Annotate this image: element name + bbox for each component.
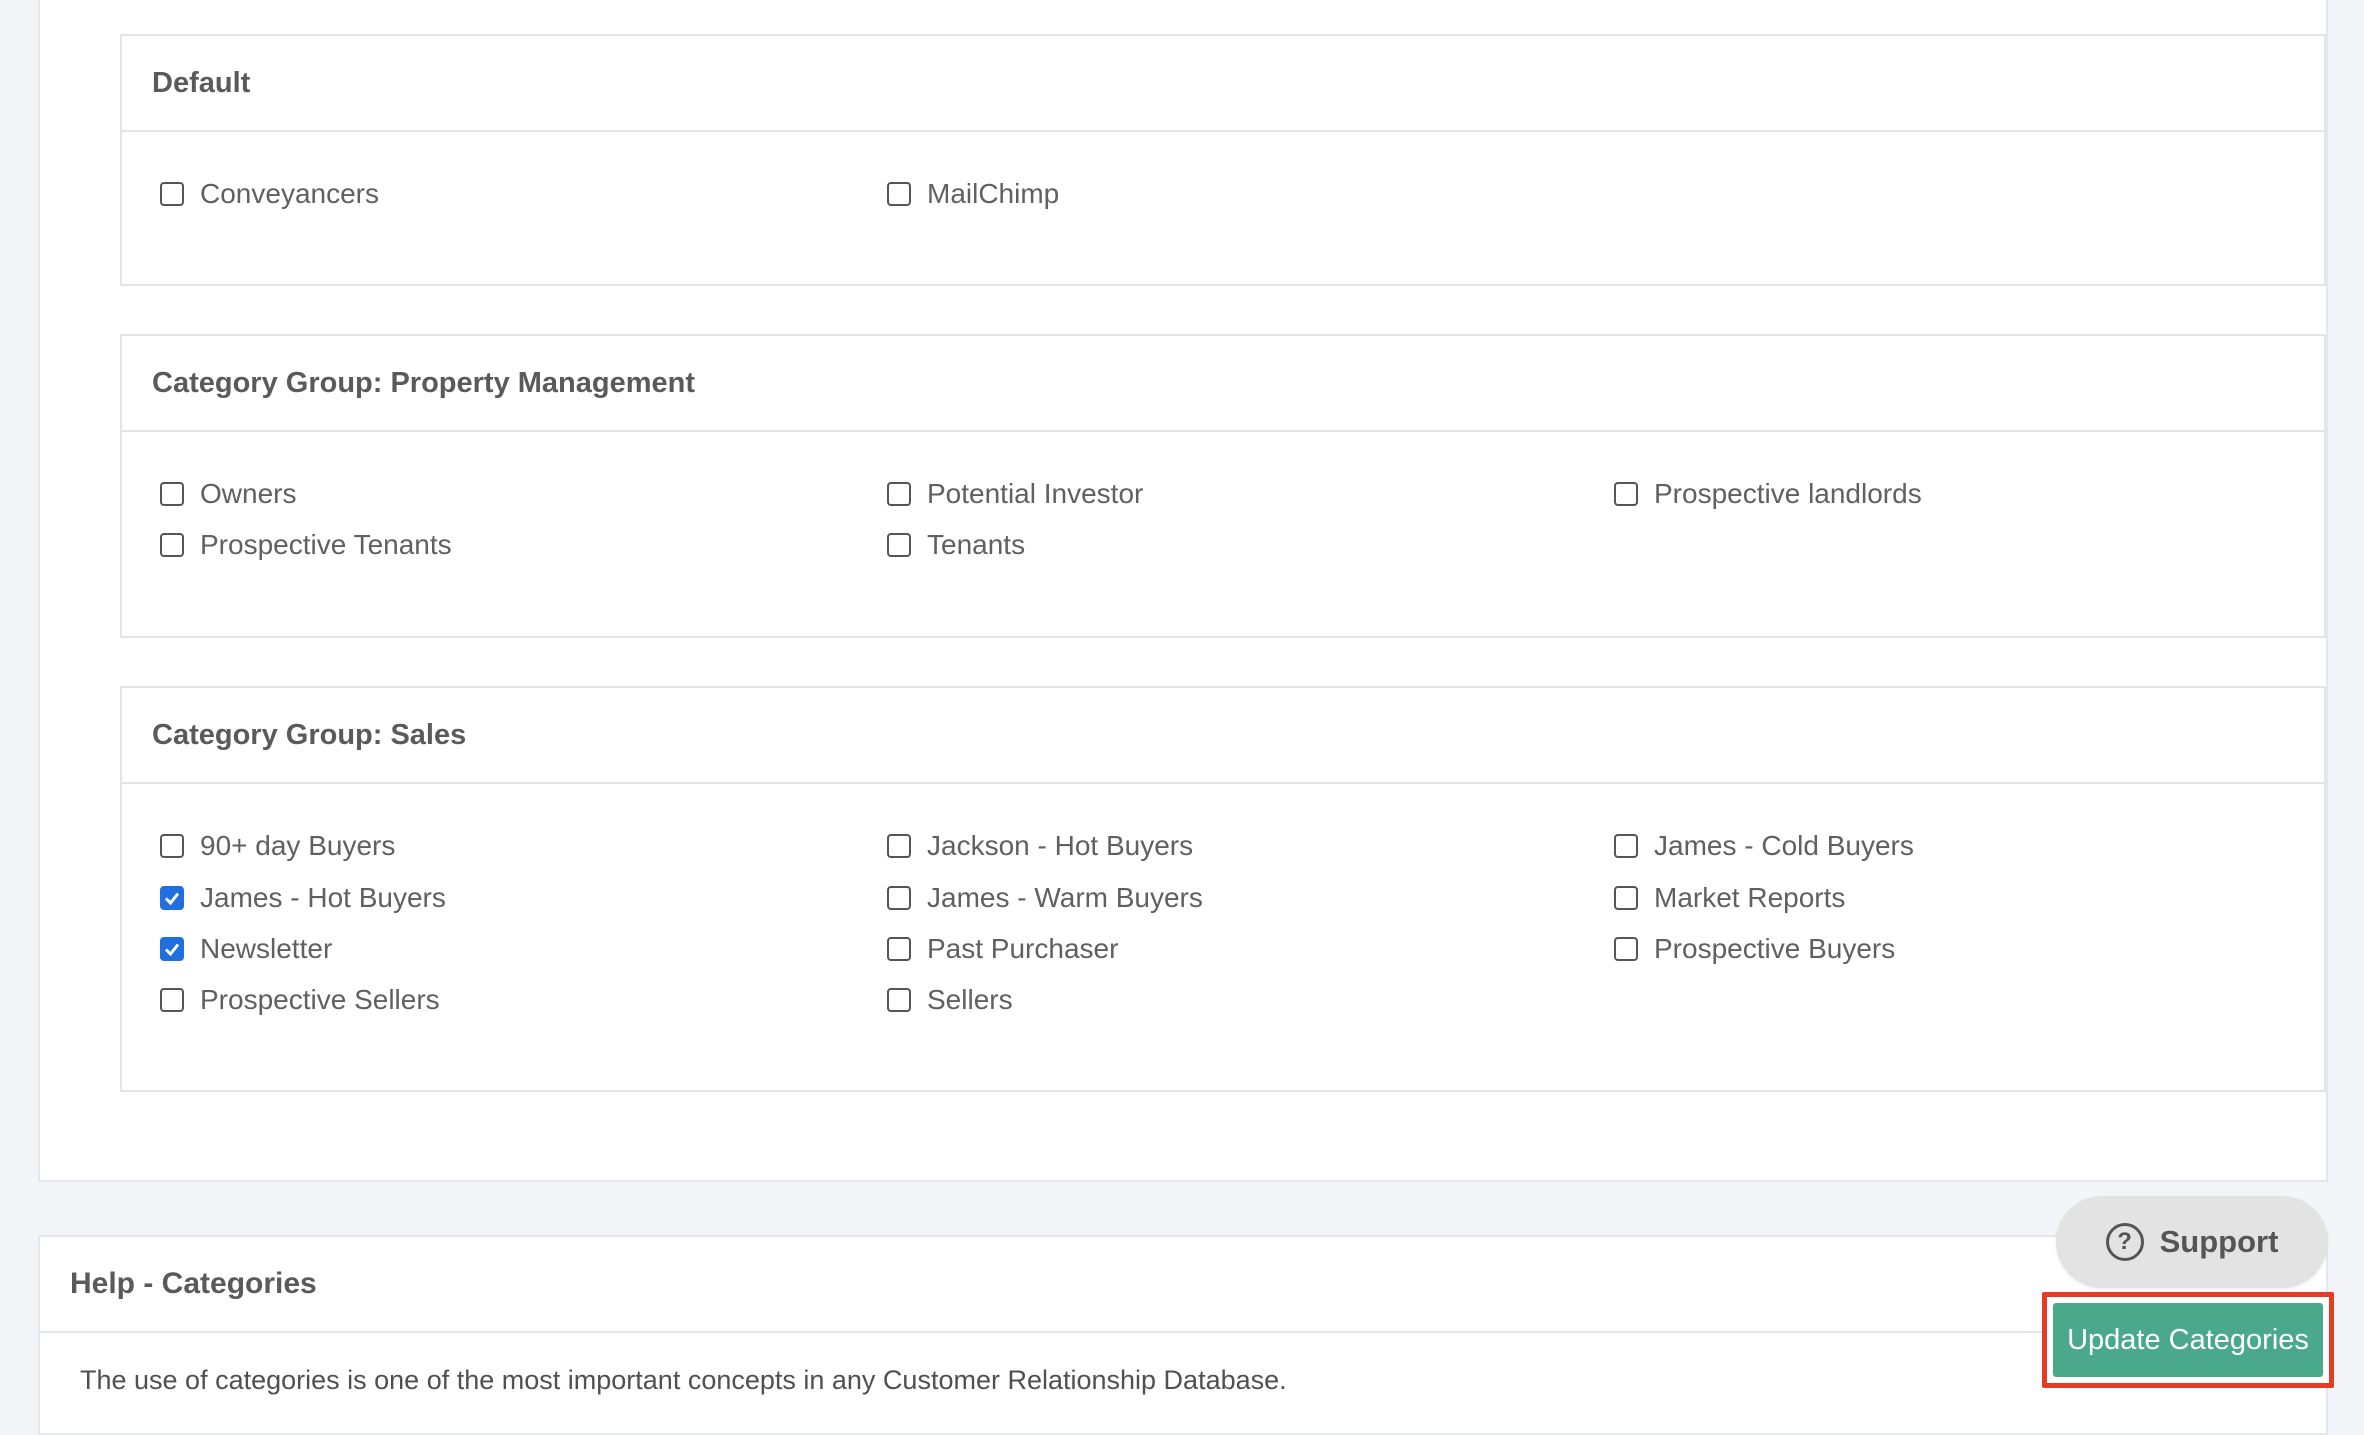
checkbox-icon[interactable] — [1614, 834, 1638, 858]
checkbox-icon[interactable] — [160, 834, 184, 858]
support-label: Support — [2159, 1224, 2279, 1259]
categories-panel: Default Conveyancers MailChimp Category … — [38, 0, 2328, 1182]
checkbox-icon[interactable] — [1614, 886, 1638, 910]
category-label: Market Reports — [1654, 882, 1846, 913]
category-label: James - Hot Buyers — [200, 882, 446, 913]
category-label: James - Warm Buyers — [927, 882, 1203, 913]
help-categories-panel: Help - Categories The use of categories … — [38, 1235, 2328, 1435]
category-label: Prospective Tenants — [200, 529, 452, 560]
category-group-property-management: Category Group: Property Management Owne… — [120, 334, 2326, 638]
category-checkbox[interactable]: Potential Investor — [887, 472, 1143, 516]
checkbox-icon[interactable] — [887, 937, 911, 961]
checkbox-icon[interactable] — [1614, 482, 1638, 506]
checkbox-icon[interactable] — [160, 937, 184, 961]
category-group-default: Default Conveyancers MailChimp — [120, 34, 2326, 286]
category-label: Jackson - Hot Buyers — [927, 830, 1194, 861]
checkbox-icon[interactable] — [1614, 937, 1638, 961]
checkbox-icon[interactable] — [160, 533, 184, 557]
help-text: The use of categories is one of the most… — [80, 1365, 1287, 1395]
category-label: Past Purchaser — [927, 933, 1119, 964]
category-label: Owners — [200, 478, 297, 509]
category-checkbox[interactable]: MailChimp — [887, 172, 1059, 216]
category-checkbox[interactable]: Conveyancers — [160, 172, 379, 216]
checkbox-icon[interactable] — [160, 182, 184, 206]
category-checkbox[interactable]: James - Warm Buyers — [887, 876, 1203, 920]
category-label: James - Cold Buyers — [1654, 830, 1914, 861]
category-label: 90+ day Buyers — [200, 830, 396, 861]
category-checkbox[interactable]: 90+ day Buyers — [160, 824, 395, 868]
checkbox-icon[interactable] — [887, 988, 911, 1012]
category-label: Prospective landlords — [1654, 478, 1922, 509]
checkbox-icon[interactable] — [160, 886, 184, 910]
checkbox-icon[interactable] — [887, 482, 911, 506]
category-checkbox[interactable]: Prospective Sellers — [160, 978, 440, 1022]
category-label: Tenants — [927, 529, 1026, 560]
checkbox-icon[interactable] — [887, 834, 911, 858]
category-checkbox[interactable]: Tenants — [887, 523, 1025, 567]
checkbox-icon[interactable] — [160, 482, 184, 506]
group-title: Default — [122, 36, 2324, 132]
category-checkbox[interactable]: Jackson - Hot Buyers — [887, 824, 1193, 868]
category-checkbox[interactable]: Market Reports — [1614, 876, 1845, 920]
update-categories-button[interactable]: Update Categories — [2053, 1303, 2323, 1377]
checkbox-icon[interactable] — [887, 886, 911, 910]
category-checkbox[interactable]: Prospective Buyers — [1614, 927, 1895, 971]
category-checkbox[interactable]: Prospective Tenants — [160, 523, 452, 567]
category-group-sales: Category Group: Sales 90+ day Buyers Jac… — [120, 686, 2326, 1092]
checkbox-icon[interactable] — [887, 533, 911, 557]
category-label: Prospective Buyers — [1654, 933, 1896, 964]
category-checkbox[interactable]: Prospective landlords — [1614, 472, 1922, 516]
help-title: Help - Categories — [40, 1237, 2326, 1333]
category-label: MailChimp — [927, 178, 1060, 209]
support-button[interactable]: ? Support — [2056, 1196, 2328, 1288]
category-checkbox[interactable]: Newsletter — [160, 927, 332, 971]
checkbox-icon[interactable] — [887, 182, 911, 206]
group-title: Category Group: Sales — [122, 688, 2324, 784]
category-label: Conveyancers — [200, 178, 379, 209]
category-label: Newsletter — [200, 933, 333, 964]
category-label: Prospective Sellers — [200, 984, 440, 1015]
help-circle-icon: ? — [2105, 1223, 2144, 1261]
category-checkbox[interactable]: James - Cold Buyers — [1614, 824, 1914, 868]
category-checkbox[interactable]: Past Purchaser — [887, 927, 1118, 971]
category-label: Potential Investor — [927, 478, 1144, 509]
group-title: Category Group: Property Management — [122, 336, 2324, 432]
category-checkbox[interactable]: Sellers — [887, 978, 1013, 1022]
category-checkbox[interactable]: James - Hot Buyers — [160, 876, 446, 920]
category-checkbox[interactable]: Owners — [160, 472, 296, 516]
category-label: Sellers — [927, 984, 1013, 1015]
checkbox-icon[interactable] — [160, 988, 184, 1012]
update-categories-highlight: Update Categories — [2042, 1292, 2334, 1388]
